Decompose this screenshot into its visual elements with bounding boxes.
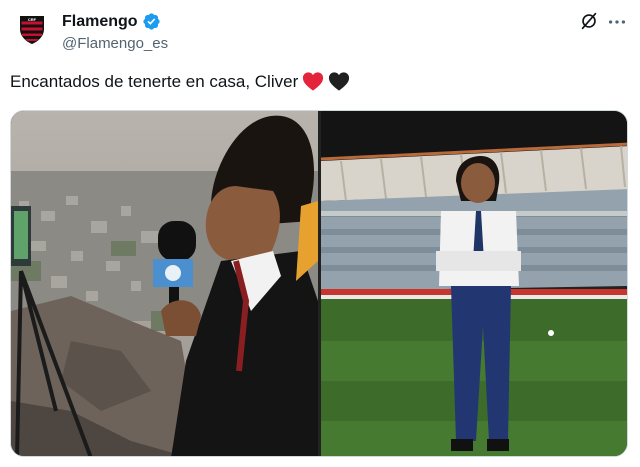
avatar[interactable]: CRF xyxy=(12,10,52,50)
tweet-text: Encantados de tenerte en casa, Cliver xyxy=(10,71,299,91)
more-options-icon[interactable] xyxy=(606,11,628,33)
red-heart-icon xyxy=(302,71,324,92)
verified-badge-icon xyxy=(142,12,161,31)
media-grid[interactable] xyxy=(10,110,628,457)
tweet-text-row: Encantados de tenerte en casa, Cliver xyxy=(10,71,350,92)
photo-reporter-hillside[interactable] xyxy=(11,111,318,456)
svg-text:CRF: CRF xyxy=(28,17,37,22)
account-handle[interactable]: @Flamengo_es xyxy=(62,35,168,52)
flamengo-crest-icon: CRF xyxy=(20,16,44,44)
tweet-card[interactable]: CRF Flamengo @Flamengo_es Encantados de … xyxy=(0,0,640,467)
black-heart-icon xyxy=(328,71,350,92)
display-name[interactable]: Flamengo xyxy=(62,13,138,31)
grok-icon[interactable] xyxy=(578,10,600,32)
photo-stadium-pitch[interactable] xyxy=(321,111,627,456)
